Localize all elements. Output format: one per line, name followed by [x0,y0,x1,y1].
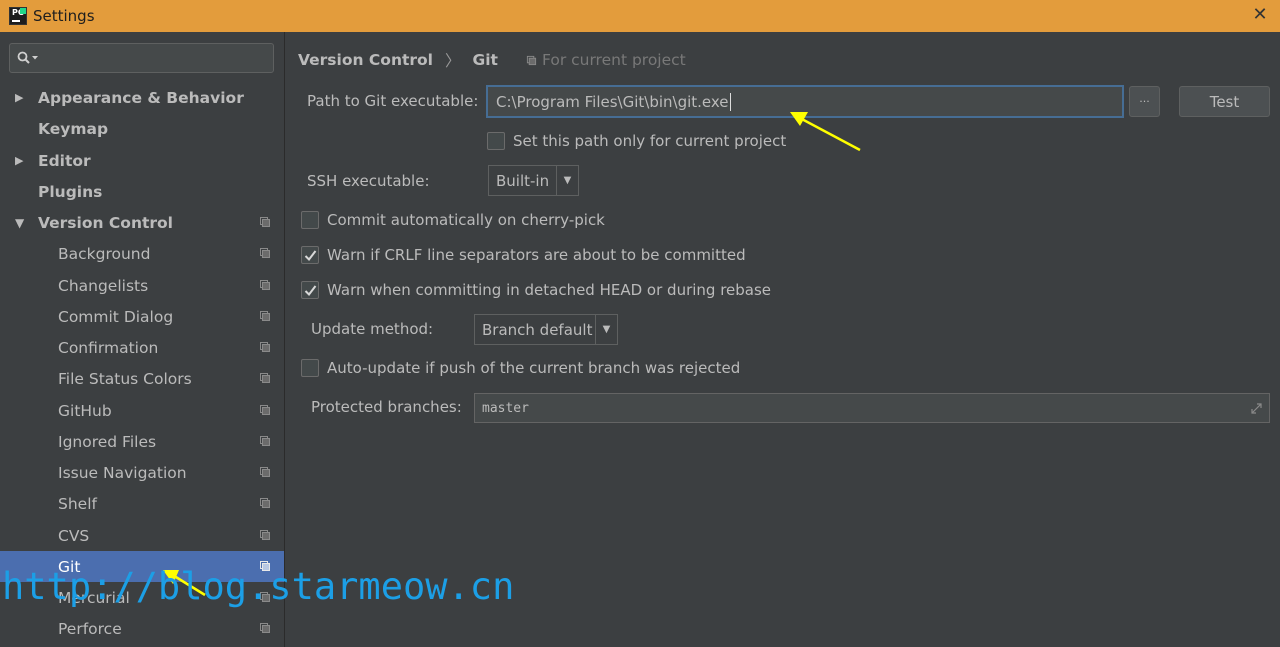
sidebar-item-label: Issue Navigation [58,463,187,482]
project-scope-icon [260,342,270,352]
sidebar-item-shelf[interactable]: Shelf [0,488,284,519]
breadcrumb-current: Git [472,51,498,69]
update-method-select[interactable]: Branch default ▼ [474,314,618,345]
git-path-label: Path to Git executable: [307,92,479,110]
scope-indicator: For current project [526,51,686,69]
sidebar-item-label: Version Control [38,213,173,232]
sidebar-item-file-status-colors[interactable]: File Status Colors [0,363,284,394]
sidebar-item-editor[interactable]: ▶ Editor [0,145,284,176]
watermark-text: http://blog.starmeow.cn [2,565,515,608]
search-input[interactable] [9,43,274,73]
ssh-select[interactable]: Built-in ▼ [488,165,579,196]
auto-update-label: Auto-update if push of the current branc… [327,359,741,377]
project-scope-icon [260,373,270,383]
protected-branches-value: master [482,400,529,416]
protected-branches-input[interactable]: master [474,393,1270,423]
breadcrumb-separator-icon: 〉 [445,52,461,70]
path-only-checkbox[interactable] [487,132,505,150]
sidebar-item-cvs[interactable]: CVS [0,520,284,551]
checkmark-icon [304,285,317,297]
sidebar-item-issue-navigation[interactable]: Issue Navigation [0,457,284,488]
close-icon[interactable]: ✕ [1250,5,1270,25]
chevron-down-icon: ▼ [595,315,617,344]
project-scope-icon [260,467,270,477]
project-scope-icon [260,280,270,290]
update-method-label: Update method: [311,320,434,338]
sidebar-item-label: Plugins [38,182,103,201]
ssh-label: SSH executable: [307,172,430,190]
auto-update-checkbox[interactable] [301,359,319,377]
expand-icon[interactable] [1250,402,1263,415]
scope-label: For current project [541,51,686,69]
text-caret [729,92,731,111]
sidebar-item-label: Changelists [58,276,149,295]
sidebar-item-keymap[interactable]: Keymap [0,113,284,144]
update-method-value: Branch default [482,320,593,339]
project-scope-icon [260,530,270,540]
crlf-checkbox[interactable] [301,246,319,264]
sidebar-item-plugins[interactable]: Plugins [0,176,284,207]
pycharm-app-icon: PC [9,7,27,25]
expand-arrow-icon[interactable]: ▶ [15,91,23,104]
sidebar-item-label: Keymap [38,119,109,138]
project-scope-icon [526,55,537,65]
sidebar-item-background[interactable]: Background [0,238,284,269]
expand-arrow-icon[interactable]: ▶ [15,154,23,167]
commit-cherry-label: Commit automatically on cherry-pick [327,211,605,229]
project-scope-icon [260,217,270,227]
sidebar-item-version-control[interactable]: ▼ Version Control [0,207,284,238]
collapse-arrow-icon[interactable]: ▼ [15,216,24,230]
sidebar-item-ignored-files[interactable]: Ignored Files [0,426,284,457]
sidebar-item-label: Perforce [58,619,122,638]
chevron-down-icon: ▼ [556,166,578,195]
sidebar-item-label: CVS [58,526,90,545]
window-title: Settings [33,7,95,25]
sidebar-item-label: Shelf [58,494,97,513]
settings-sidebar: ▶ Appearance & Behavior Keymap ▶ Editor … [0,32,285,647]
project-scope-icon [260,623,270,633]
crlf-label: Warn if CRLF line separators are about t… [327,246,746,264]
search-icon [17,51,38,64]
test-button[interactable]: Test [1179,86,1270,117]
sidebar-item-label: Appearance & Behavior [38,88,244,107]
title-bar: PC Settings ✕ [0,0,1280,32]
detached-label: Warn when committing in detached HEAD or… [327,281,772,299]
commit-cherry-checkbox[interactable] [301,211,319,229]
project-scope-icon [260,498,270,508]
sidebar-item-changelists[interactable]: Changelists [0,270,284,301]
sidebar-item-appearance-behavior[interactable]: ▶ Appearance & Behavior [0,82,284,113]
ssh-select-value: Built-in [496,171,550,190]
sidebar-item-github[interactable]: GitHub [0,395,284,426]
protected-branches-label: Protected branches: [311,398,462,416]
git-path-value: C:\Program Files\Git\bin\git.exe [496,92,729,111]
sidebar-item-label: Background [58,244,151,263]
detached-checkbox[interactable] [301,281,319,299]
project-scope-icon [260,248,270,258]
browse-button[interactable]: ··· [1129,86,1160,117]
project-scope-icon [260,311,270,321]
annotation-arrow-icon [790,112,861,152]
sidebar-item-label: Confirmation [58,338,159,357]
project-scope-icon [260,436,270,446]
sidebar-item-label: Ignored Files [58,432,157,451]
sidebar-item-label: Editor [38,151,91,170]
path-only-label: Set this path only for current project [513,132,787,150]
project-scope-icon [260,405,270,415]
breadcrumb: Version Control 〉 Git For current projec… [298,49,686,71]
breadcrumb-parent[interactable]: Version Control [298,51,433,69]
sidebar-item-label: Commit Dialog [58,307,174,326]
sidebar-item-label: File Status Colors [58,369,192,388]
sidebar-item-perforce[interactable]: Perforce [0,613,284,644]
sidebar-item-confirmation[interactable]: Confirmation [0,332,284,363]
sidebar-item-label: GitHub [58,401,112,420]
checkmark-icon [304,250,317,262]
sidebar-item-commit-dialog[interactable]: Commit Dialog [0,301,284,332]
